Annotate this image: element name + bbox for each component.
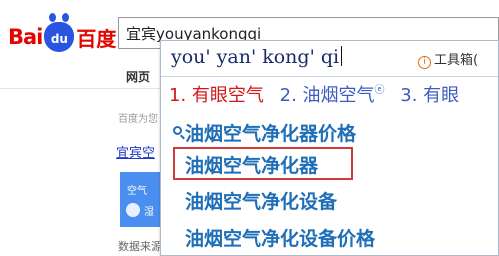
tab-web[interactable]: 网页 <box>126 68 150 85</box>
baidu-logo[interactable]: Bai du 百度 <box>8 13 117 52</box>
ime-divider <box>161 76 498 77</box>
suggestion-item[interactable]: 油烟空气净化器 <box>185 151 318 178</box>
result-hint: 百度为您 <box>118 114 158 125</box>
browser-viewport: Bai du 百度 宜宾youyankongqi 网页 百度为您 宜宾空 空气 … <box>0 0 499 256</box>
logo-text-left: Bai <box>8 25 43 49</box>
data-source-label: 数据来源 <box>118 240 162 253</box>
result-title-link[interactable]: 宜宾空 <box>116 142 155 161</box>
search-value-prefix: 宜宾 <box>126 25 157 43</box>
cloud-candidate-icon: ⓔ <box>374 85 385 96</box>
ime-toolbox-button[interactable]: i 工具箱( <box>418 49 478 69</box>
ime-suggestion-dropdown: you' yan' kong' qi i 工具箱( 1. 有眼空气 2. 油烟空气… <box>160 40 499 256</box>
weather-card-title: 空气 <box>127 186 147 197</box>
ime-candidate-row: 1. 有眼空气 2. 油烟空气ⓔ 3. 有眼 <box>169 81 469 107</box>
logo-text-right: 百度 <box>76 26 117 51</box>
paw-icon: du <box>44 13 75 52</box>
ime-candidate-1[interactable]: 1. 有眼空气 <box>169 81 264 107</box>
search-icon <box>173 126 182 135</box>
ime-candidate-2-label: 2. 油烟空气 <box>279 85 375 106</box>
ime-pinyin-text: you' yan' kong' qi <box>171 46 340 68</box>
ime-composition: you' yan' kong' qi <box>171 46 343 68</box>
weather-card-sub: 湿 <box>144 207 154 218</box>
suggestion-item[interactable]: 油烟空气净化器价格 <box>173 119 357 146</box>
suggestion-item[interactable]: 油烟空气净化设备价格 <box>185 224 375 251</box>
suggestion-item[interactable]: 油烟空气净化设备 <box>185 187 337 214</box>
info-icon: i <box>418 56 431 69</box>
suggestion-label: 油烟空气净化器价格 <box>185 123 357 145</box>
ime-toolbox-label: 工具箱( <box>434 53 479 68</box>
ime-candidate-2[interactable]: 2. 油烟空气ⓔ <box>280 81 385 107</box>
ime-candidate-3[interactable]: 3. 有眼 <box>400 81 459 107</box>
text-caret <box>341 46 343 66</box>
smile-icon <box>126 203 140 217</box>
weather-card[interactable]: 空气 湿 <box>120 172 164 227</box>
